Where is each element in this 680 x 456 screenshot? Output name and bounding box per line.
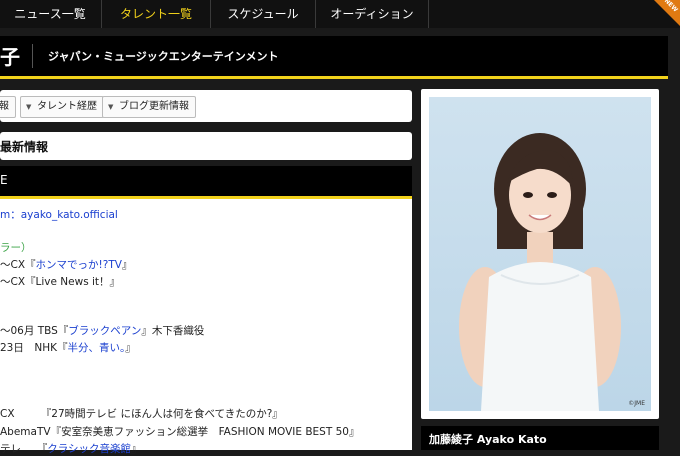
line-text: 〜CX『 [0, 259, 36, 271]
tab-talent-history[interactable]: ▼ タレント経歴 [20, 96, 104, 118]
line-text: CX 『27時間テレビ にほん人は何を食べてきたのか?』 [0, 408, 283, 420]
past-program-line: CX 『27時間テレビ にほん人は何を食べてきたのか?』 [0, 406, 283, 421]
instagram-line: m：ayako_kato.official [0, 207, 118, 222]
line-text: 〜CX『Live News it！』 [0, 276, 121, 288]
latest-info-title: 最新情報 [0, 140, 49, 154]
line-text: テレ 『 [0, 443, 48, 455]
top-navigation: ニュース一覧 タレント一覧 スケジュール オーディション NEW [0, 0, 680, 28]
nav-news-list[interactable]: ニュース一覧 [0, 0, 100, 28]
profile-tab-bar: 報 ▼ タレント経歴 ▼ ブログ更新情報 [0, 90, 412, 122]
profile-photo: ©JME [429, 97, 651, 411]
header-divider [32, 44, 33, 68]
agency-name: ジャパン・ミュージックエンターテインメント [48, 50, 279, 63]
drama-line: 23日 NHK『半分、青い。』 [0, 340, 136, 355]
line-text: 〜06月 TBS『 [0, 325, 69, 337]
caret-down-icon: ▼ [108, 103, 114, 111]
photo-credit: ©JME [628, 400, 645, 407]
drama-link[interactable]: ブラックペアン [68, 325, 141, 337]
past-program-line: AbemaTV『安室奈美恵ファッション総選挙 FASHION MOVIE BES… [0, 424, 359, 439]
line-text: 』木下香織役 [141, 325, 205, 337]
section-label-line: ラー） [0, 240, 32, 255]
profile-section-body: m：ayako_kato.official ラー） 〜CX『ホンマでっか!?TV… [0, 199, 412, 455]
talent-name-caption: 加藤綾子 Ayako Kato [429, 433, 547, 446]
profile-section-header: E [0, 166, 412, 199]
nav-audition[interactable]: オーディション [315, 0, 428, 28]
latest-info-bar: 最新情報 [0, 132, 412, 160]
line-text: AbemaTV『安室奈美恵ファッション総選挙 FASHION MOVIE BES… [0, 426, 360, 438]
tab-label: タレント経歴 [37, 101, 97, 112]
tab-blog-updates[interactable]: ▼ ブログ更新情報 [102, 96, 196, 118]
line-text: m： [0, 209, 21, 221]
past-program-line: テレ 『クラシック音楽館』 [0, 441, 142, 456]
line-text: 』 [125, 342, 136, 354]
tv-line: 〜CX『Live News it！』 [0, 274, 120, 289]
nav-divider [428, 0, 429, 28]
program-link[interactable]: クラシック音楽館 [47, 443, 131, 455]
caret-down-icon: ▼ [26, 103, 32, 111]
instagram-link[interactable]: ayako_kato.official [21, 209, 118, 221]
drama-line: 〜06月 TBS『ブラックペアン』木下香織役 [0, 323, 204, 338]
drama-link[interactable]: 半分、青い。 [68, 342, 126, 354]
tab-label: ブログ更新情報 [119, 101, 189, 112]
line-text: 23日 NHK『 [0, 342, 68, 354]
tv-line: 〜CX『ホンマでっか!?TV』 [0, 257, 132, 272]
tab-info[interactable]: 報 [0, 96, 16, 118]
line-text: ラー） [0, 242, 32, 254]
line-text: 』 [121, 259, 133, 271]
tv-program-link[interactable]: ホンマでっか!?TV [36, 259, 122, 271]
talent-header: 子 ジャパン・ミュージックエンターテインメント [0, 36, 668, 79]
talent-name-fragment: 子 [0, 45, 20, 69]
nav-schedule[interactable]: スケジュール [210, 0, 315, 28]
tab-label: 報 [0, 101, 9, 112]
profile-section-title: E [0, 173, 8, 187]
line-text: 』 [131, 443, 142, 455]
nav-talent-list[interactable]: タレント一覧 [101, 0, 210, 28]
talent-caption-bar: 加藤綾子 Ayako Kato [421, 426, 659, 450]
portrait-illustration [459, 133, 621, 411]
